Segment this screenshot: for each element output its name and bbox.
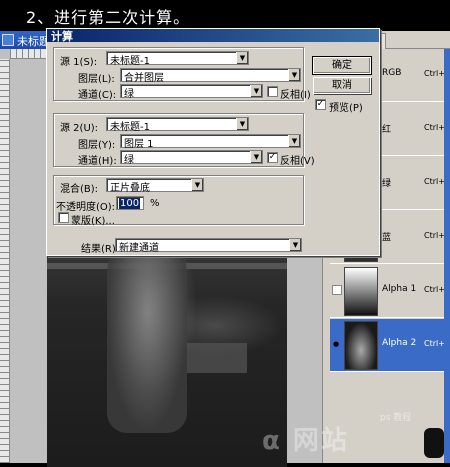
source1-layer-label: 图层(L): [78, 74, 115, 85]
blending-label: 混合(B): [60, 184, 99, 195]
channel-name: Alpha 1 [382, 284, 417, 294]
photoshop-doc-icon [2, 34, 14, 46]
source1-channel-label: 通道(C): [78, 90, 117, 101]
channel-name: 红 [382, 125, 392, 135]
chevron-down-icon: ▼ [289, 239, 301, 251]
source2-layer-label: 图层(Y): [78, 140, 116, 151]
source2-layer-select[interactable]: 图层 1 ▼ [120, 134, 301, 150]
image-bench [187, 343, 247, 373]
tutorial-caption-bar: 2、进行第二次计算。 [0, 0, 450, 31]
source1-group: 源 1(S): 未标题-1 ▼ 图层(L): 合并图层 ▼ 通道(C): 绿 ▼… [53, 47, 311, 101]
chevron-down-icon: ▼ [236, 52, 248, 64]
preview-checkbox[interactable]: ✓ [315, 99, 326, 110]
source2-channel-value: 绿 [124, 155, 134, 166]
chevron-down-icon: ▼ [236, 118, 248, 130]
source2-select[interactable]: 未标题-1 ▼ [106, 117, 249, 133]
channel-name: 绿 [382, 179, 392, 189]
tutorial-caption: 2、进行第二次计算。 [26, 8, 191, 27]
chevron-down-icon: ▼ [288, 69, 300, 81]
source2-group: 源 2(U): 未标题-1 ▼ 图层(Y): 图层 1 ▼ 通道(H): 绿 ▼… [53, 113, 315, 167]
source2-invert-checkbox[interactable]: ✓ [267, 152, 278, 163]
channel-thumbnail [344, 267, 378, 316]
channel-thumbnail [344, 321, 378, 370]
source1-invert-checkbox[interactable] [267, 86, 278, 97]
mask-checkbox[interactable] [58, 212, 69, 223]
channel-name: 蓝 [382, 233, 392, 243]
channel-name: Alpha 2 [382, 338, 417, 348]
result-value: 新建通道 [119, 243, 159, 254]
mask-label[interactable]: 蒙版(K)... [71, 212, 115, 227]
calculations-dialog: 计算 源 1(S): 未标题-1 ▼ 图层(L): 合并图层 ▼ 通道(C): … [46, 28, 380, 256]
image-figure [107, 233, 187, 433]
ok-button[interactable]: 确定 [312, 56, 372, 75]
vertical-ruler[interactable] [0, 59, 10, 463]
channel-row-alpha2[interactable]: Alpha 2 Ctrl+5 [330, 319, 450, 372]
chevron-down-icon: ▼ [191, 179, 203, 191]
watermark-small: ps 教程 [380, 413, 412, 423]
cancel-button[interactable]: 取消 [313, 77, 371, 94]
source1-value: 未标题-1 [110, 56, 150, 67]
blending-group: 混合(B): 正片叠底 ▼ 不透明度(O): 100 % 蒙版(K)... [53, 175, 304, 227]
panel-scrollbar[interactable] [444, 49, 450, 463]
eye-icon[interactable] [332, 339, 342, 349]
source2-channel-label: 通道(H): [78, 156, 117, 167]
source1-channel-select[interactable]: 绿 ▼ [120, 84, 263, 100]
source1-channel-value: 绿 [124, 89, 134, 100]
source1-label: 源 1(S): [60, 57, 98, 68]
chevron-down-icon: ▼ [288, 135, 300, 147]
dialog-title: 计算 [51, 30, 73, 43]
source1-select[interactable]: 未标题-1 ▼ [106, 51, 249, 67]
channel-name: RGB [382, 68, 402, 78]
source1-invert-label: 反相(I) [280, 90, 311, 101]
opacity-unit: % [150, 198, 160, 209]
chevron-down-icon: ▼ [250, 85, 262, 97]
source2-invert-label: 反相(V) [280, 156, 315, 167]
result-label: 结果(R): [81, 244, 120, 255]
visibility-toggle[interactable] [332, 285, 342, 295]
blending-select[interactable]: 正片叠底 ▼ [106, 178, 204, 194]
result-select[interactable]: 新建通道 ▼ [115, 238, 302, 254]
opacity-value: 100 [119, 198, 141, 209]
preview-label: 预览(P) [329, 103, 363, 114]
channel-row-alpha1[interactable]: Alpha 1 Ctrl+4 [330, 265, 450, 318]
source2-channel-select[interactable]: 绿 ▼ [120, 150, 263, 166]
opacity-label: 不透明度(O): [56, 202, 116, 213]
source2-layer-value: 图层 1 [124, 139, 154, 150]
blending-value: 正片叠底 [110, 183, 150, 194]
opacity-input[interactable]: 100 [116, 196, 144, 210]
source2-value: 未标题-1 [110, 122, 150, 133]
logo-figure [424, 428, 444, 458]
watermark: α 网站 [262, 426, 349, 456]
dialog-titlebar[interactable]: 计算 [47, 29, 379, 43]
chevron-down-icon: ▼ [250, 151, 262, 163]
source1-layer-select[interactable]: 合并图层 ▼ [120, 68, 301, 84]
source1-layer-value: 合并图层 [124, 73, 164, 84]
source2-label: 源 2(U): [60, 123, 99, 134]
